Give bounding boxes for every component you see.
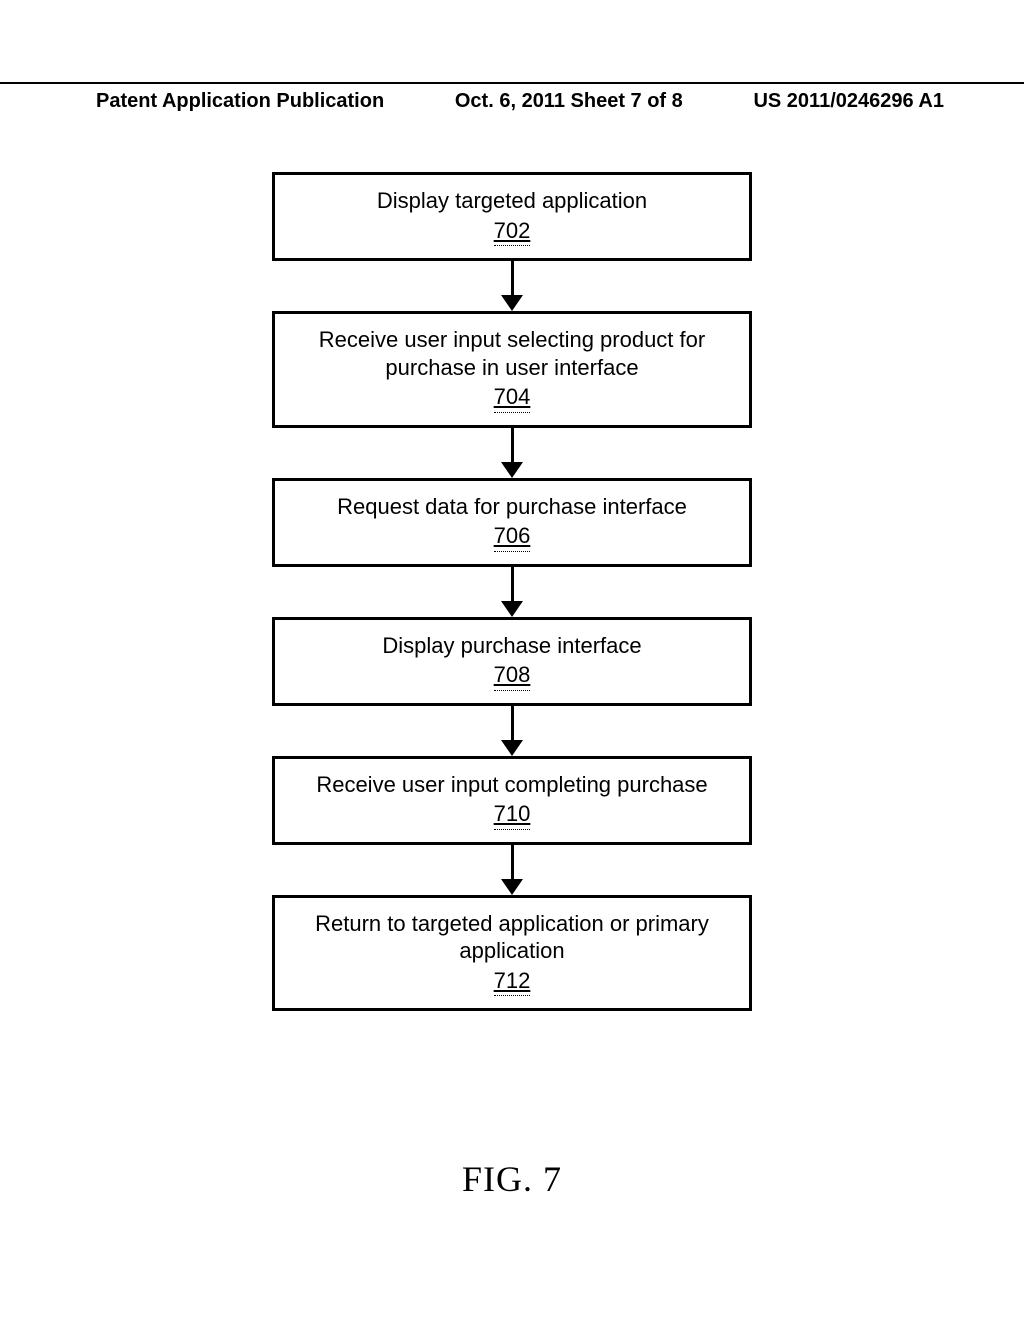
header-center: Oct. 6, 2011 Sheet 7 of 8	[455, 90, 683, 113]
step-ref: 710	[494, 800, 531, 830]
header-right: US 2011/0246296 A1	[753, 90, 944, 113]
arrow-down-icon	[272, 567, 752, 617]
flow-step-704: Receive user input selecting product for…	[272, 311, 752, 428]
step-text: Display purchase interface	[382, 633, 641, 658]
flow-step-710: Receive user input completing purchase 7…	[272, 756, 752, 845]
header-left: Patent Application Publication	[96, 90, 384, 113]
step-text: Receive user input completing purchase	[316, 772, 707, 797]
step-text: Request data for purchase interface	[337, 494, 687, 519]
figure-label: FIG. 7	[0, 1158, 1024, 1200]
flow-step-712: Return to targeted application or primar…	[272, 895, 752, 1012]
step-ref: 702	[494, 217, 531, 247]
step-text: Return to targeted application or primar…	[315, 911, 709, 964]
arrow-down-icon	[272, 845, 752, 895]
page-header: Patent Application Publication Oct. 6, 2…	[0, 82, 1024, 113]
flowchart: Display targeted application 702 Receive…	[272, 172, 752, 1011]
flow-step-706: Request data for purchase interface 706	[272, 478, 752, 567]
flow-step-702: Display targeted application 702	[272, 172, 752, 261]
step-text: Display targeted application	[377, 188, 647, 213]
flow-step-708: Display purchase interface 708	[272, 617, 752, 706]
step-ref: 704	[494, 383, 531, 413]
arrow-down-icon	[272, 706, 752, 756]
step-ref: 708	[494, 661, 531, 691]
arrow-down-icon	[272, 261, 752, 311]
arrow-down-icon	[272, 428, 752, 478]
step-text: Receive user input selecting product for…	[319, 327, 705, 380]
step-ref: 712	[494, 967, 531, 997]
step-ref: 706	[494, 522, 531, 552]
